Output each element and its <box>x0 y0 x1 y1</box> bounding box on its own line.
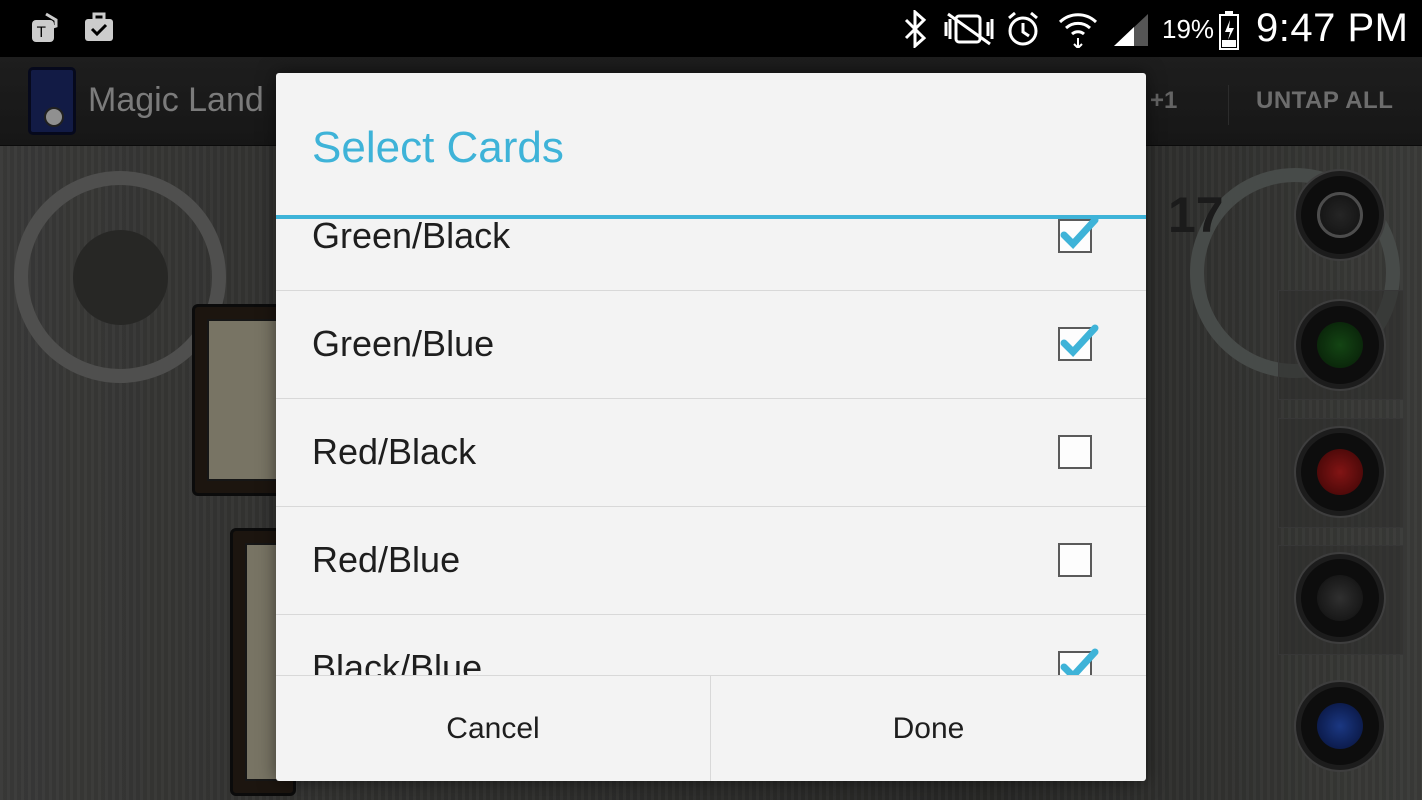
list-item-label: Green/Blue <box>312 323 495 364</box>
checkmark-icon <box>1060 219 1099 250</box>
status-bar: T 19% 9:47 PM <box>0 0 1422 57</box>
list-item[interactable]: Green/Blue <box>276 291 1146 399</box>
signal-icon <box>1112 10 1152 53</box>
wifi-icon <box>1058 10 1098 53</box>
dialog-title: Select Cards <box>312 123 564 172</box>
card-list[interactable]: Green/Black Green/Blue Red/Black Red/Blue Bl… <box>276 219 1146 675</box>
dialog-button-bar: Cancel Done <box>276 675 1146 781</box>
battery-percent: 19% <box>1162 14 1215 44</box>
checkbox-checked[interactable] <box>1058 219 1099 253</box>
list-item-label: Green/Black <box>312 219 511 256</box>
checkbox-unchecked[interactable] <box>1058 543 1092 577</box>
list-item[interactable]: Green/Black <box>276 219 1146 291</box>
list-item-label: Red/Black <box>312 431 477 472</box>
bluetooth-icon <box>900 8 930 53</box>
briefcase-check-icon <box>82 10 116 44</box>
battery-icon <box>1218 10 1240 55</box>
checkbox-checked[interactable] <box>1058 648 1099 675</box>
vibrate-mute-icon <box>942 10 996 53</box>
alarm-icon <box>1004 10 1042 53</box>
clock: 9:47 PM <box>1256 6 1409 50</box>
checkmark-icon <box>1060 648 1099 675</box>
checkbox-unchecked[interactable] <box>1058 435 1092 469</box>
checkbox-checked[interactable] <box>1058 324 1099 361</box>
list-item[interactable]: Red/Black <box>276 399 1146 507</box>
list-item[interactable]: Black/Blue <box>276 615 1146 675</box>
svg-text:T: T <box>36 25 46 41</box>
done-button[interactable]: Done <box>711 676 1146 781</box>
cancel-button[interactable]: Cancel <box>276 676 711 781</box>
list-item[interactable]: Red/Blue <box>276 507 1146 615</box>
select-cards-dialog: Select Cards Green/Black Green/Blue Red/Bl… <box>276 73 1146 781</box>
tmobile-icon: T <box>28 10 64 46</box>
list-item-label: Black/Blue <box>312 647 483 675</box>
list-item-label: Red/Blue <box>312 539 461 580</box>
checkmark-icon <box>1060 324 1099 358</box>
